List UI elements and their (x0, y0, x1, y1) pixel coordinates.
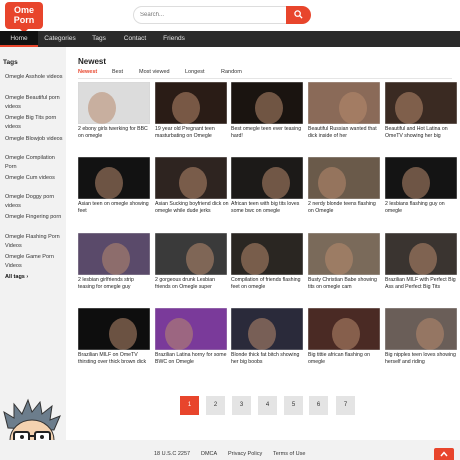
footer-link-dmca[interactable]: DMCA (201, 451, 217, 457)
video-title[interactable]: Beautiful Russian wanted that dick insid… (308, 126, 382, 140)
sidebar-tag-link[interactable]: Omegle Blowjob videos (5, 135, 63, 144)
page-3-button[interactable]: 3 (232, 396, 251, 415)
video-title[interactable]: Asian Sucking boyfriend dick on omegle w… (155, 201, 229, 215)
video-thumbnail[interactable] (231, 82, 303, 124)
sort-longest[interactable]: Longest (185, 69, 205, 78)
search-bar (133, 6, 311, 24)
logo-text-porn: Porn (13, 15, 35, 25)
sidebar-tag-link[interactable]: Omegle Cum videos (5, 174, 63, 183)
scroll-top-button[interactable] (434, 448, 454, 460)
video-thumbnail[interactable] (231, 308, 303, 350)
video-title[interactable]: 19 year old Pregnant teen masturbating o… (155, 126, 229, 140)
page-7-button[interactable]: 7 (336, 396, 355, 415)
site-logo[interactable]: Ome Porn (5, 2, 43, 33)
main-nav: Home Categories Tags Contact Friends (0, 31, 460, 47)
sidebar-title: Tags (3, 59, 18, 66)
sidebar-tag-link[interactable]: Omegle Big Tits porn videos (5, 114, 63, 132)
footer-link-privacy[interactable]: Privacy Policy (228, 451, 262, 457)
video-title[interactable]: 2 gorgeous drunk Lesbian friends on Omeg… (155, 277, 229, 291)
tags-sidebar: Tags Omegle Asshole videos Omegle Beauti… (0, 47, 66, 440)
site-footer: 18 U.S.C 2257 DMCA Privacy Policy Terms … (0, 440, 460, 460)
video-thumbnail[interactable] (231, 157, 303, 199)
page-4-button[interactable]: 4 (258, 396, 277, 415)
footer-link-terms[interactable]: Terms of Use (273, 451, 305, 457)
sidebar-tag-link[interactable]: Omegle Fingering porn (5, 213, 63, 222)
video-thumbnail[interactable] (231, 233, 303, 275)
sort-best[interactable]: Best (112, 69, 123, 78)
nav-categories[interactable]: Categories (40, 31, 80, 47)
section-title: Newest (78, 57, 107, 66)
sidebar-tag-link[interactable]: Omegle Beautiful porn videos (5, 94, 63, 112)
page-1-button[interactable]: 1 (180, 396, 199, 415)
sort-most-viewed[interactable]: Most viewed (139, 69, 170, 78)
sidebar-tag-link[interactable]: Omegle Compilation Porn (5, 154, 63, 172)
video-thumbnail[interactable] (78, 308, 150, 350)
page-6-button[interactable]: 6 (309, 396, 328, 415)
video-title[interactable]: Big nipples teen loves showing herself a… (385, 352, 459, 366)
footer-link-2257[interactable]: 18 U.S.C 2257 (154, 451, 190, 457)
video-thumbnail[interactable] (155, 233, 227, 275)
video-thumbnail[interactable] (155, 157, 227, 199)
video-title[interactable]: Compilation of friends flashing feet on … (231, 277, 305, 291)
nav-friends[interactable]: Friends (158, 31, 190, 47)
nav-contact[interactable]: Contact (118, 31, 152, 47)
video-thumbnail[interactable] (155, 82, 227, 124)
video-title[interactable]: Big tittie african flashing on omegle (308, 352, 382, 366)
video-thumbnail[interactable] (78, 82, 150, 124)
video-title[interactable]: Brazilian MILF on OmeTV thirsting over t… (78, 352, 152, 366)
video-thumbnail[interactable] (155, 308, 227, 350)
sidebar-tag-link[interactable]: Omegle Doggy porn videos (5, 193, 63, 211)
video-title[interactable]: 2 lesbians flashing guy on omegle (385, 201, 459, 215)
video-thumbnail[interactable] (78, 157, 150, 199)
video-title[interactable]: Beautiful and Hot Latina on OmeTV showin… (385, 126, 459, 140)
sort-random[interactable]: Random (221, 69, 242, 78)
video-title[interactable]: Brazilian MILF with Perfect Big Ass and … (385, 277, 459, 291)
video-list-section: Newest Newest Best Most viewed Longest R… (66, 47, 460, 440)
sort-divider (78, 78, 452, 79)
video-title[interactable]: Brazilian Latina horny for some BWC on O… (155, 352, 229, 366)
video-title[interactable]: Busty Christian Babe showing tits on ome… (308, 277, 382, 291)
video-thumbnail[interactable] (385, 157, 457, 199)
chevron-up-icon (440, 451, 448, 457)
all-tags-link[interactable]: All tags › (5, 273, 63, 282)
video-thumbnail[interactable] (385, 82, 457, 124)
video-title[interactable]: Asian teen on omegle showing feet (78, 201, 152, 215)
video-title[interactable]: 2 lesbian girlfriends strip teasing for … (78, 277, 152, 291)
page-2-button[interactable]: 2 (206, 396, 225, 415)
video-title[interactable]: 2 ebony girls twerking for BBC on omegle (78, 126, 152, 140)
nav-tags[interactable]: Tags (86, 31, 112, 47)
video-thumbnail[interactable] (308, 157, 380, 199)
search-input[interactable] (133, 6, 288, 24)
video-thumbnail[interactable] (78, 233, 150, 275)
video-thumbnail[interactable] (385, 308, 457, 350)
page-5-button[interactable]: 5 (284, 396, 303, 415)
logo-text-ome: Ome (13, 5, 34, 15)
site-header: Ome Porn (0, 0, 460, 33)
sidebar-tag-link[interactable]: Omegle Asshole videos (5, 73, 63, 82)
video-thumbnail[interactable] (385, 233, 457, 275)
search-icon (294, 10, 303, 19)
search-button[interactable] (286, 6, 311, 24)
video-thumbnail[interactable] (308, 308, 380, 350)
video-title[interactable]: 2 nerdy blonde teens flashing on Omegle (308, 201, 382, 215)
video-title[interactable]: Blonde thick fat bitch showing her big b… (231, 352, 305, 366)
video-thumbnail[interactable] (308, 233, 380, 275)
nav-home[interactable]: Home (0, 31, 38, 47)
video-title[interactable]: Best omegle teen ever teasing hard! (231, 126, 305, 140)
sidebar-tag-link[interactable]: Omegle Game Porn Videos (5, 253, 63, 271)
video-thumbnail[interactable] (308, 82, 380, 124)
sidebar-tag-link[interactable]: Omegle Flashing Porn Videos (5, 233, 63, 251)
video-title[interactable]: African teen with big tits loves some bw… (231, 201, 305, 215)
